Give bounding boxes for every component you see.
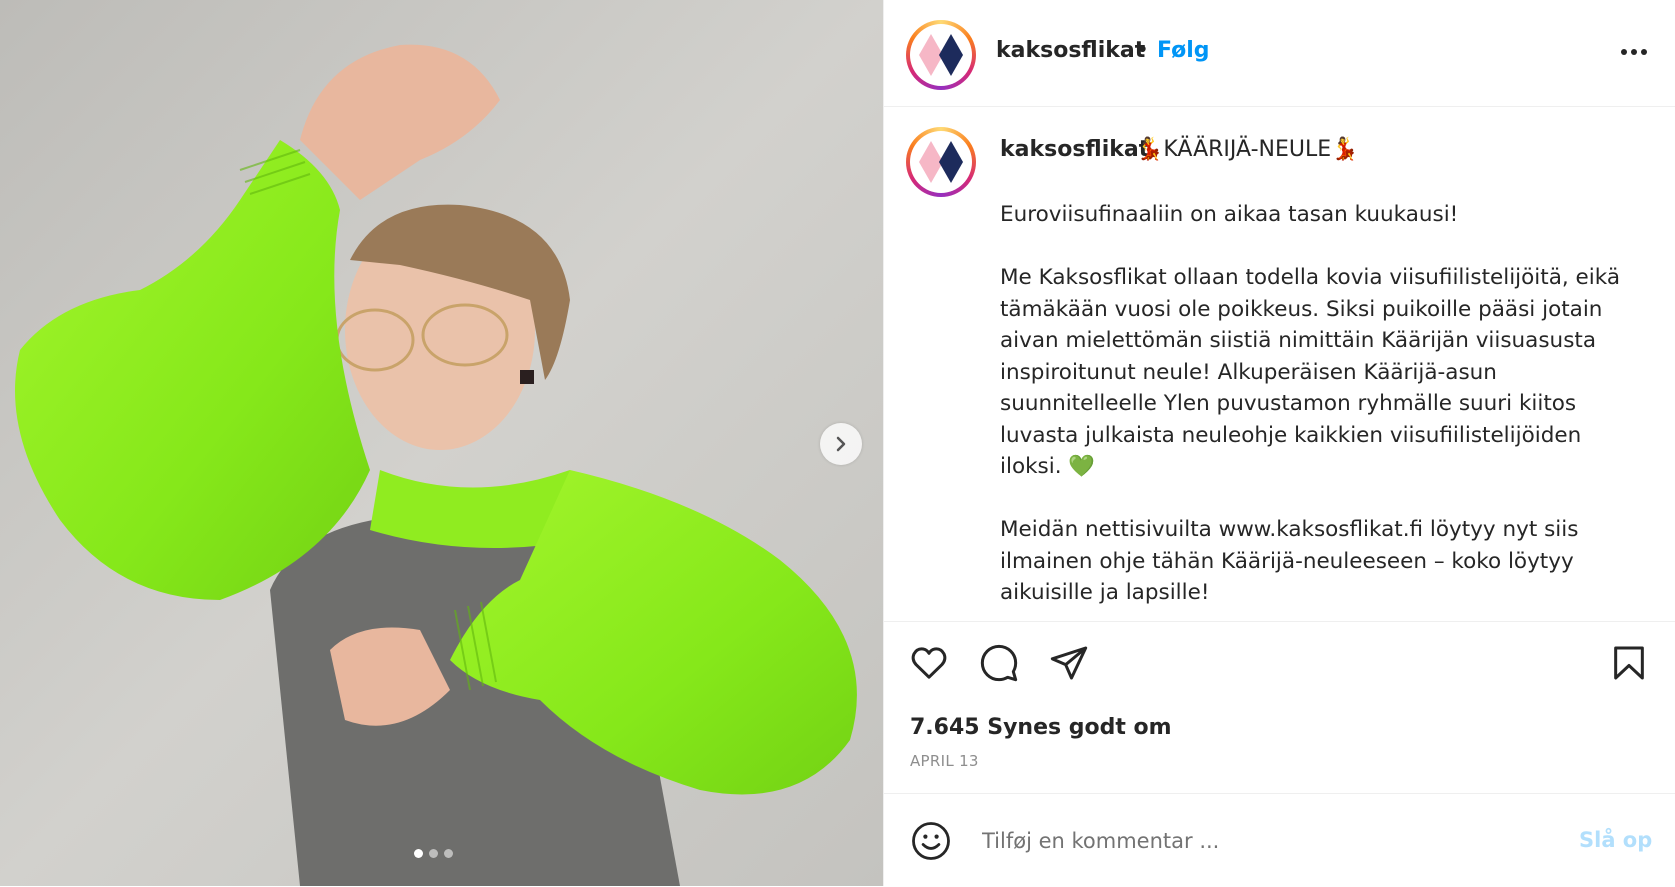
- carousel-next-button[interactable]: [820, 423, 862, 465]
- carousel-dot-1: [414, 849, 423, 858]
- carousel-indicator: [414, 849, 453, 858]
- comment-bar: Slå op: [884, 793, 1675, 887]
- more-options-button[interactable]: [1614, 32, 1654, 72]
- caption-username[interactable]: kaksosflikat: [1000, 137, 1149, 162]
- carousel-dot-3: [444, 849, 453, 858]
- avatar[interactable]: [906, 20, 976, 90]
- paper-plane-icon: [1050, 646, 1088, 680]
- comment-button[interactable]: [976, 640, 1022, 686]
- smiley-icon: [912, 822, 950, 860]
- comment-icon: [980, 644, 1018, 682]
- share-button[interactable]: [1046, 640, 1092, 686]
- post-image[interactable]: [0, 0, 883, 886]
- photo-illustration: [0, 0, 883, 886]
- post-details-panel: kaksosflikat • Følg kaksosflikat 💃KÄÄRIJ…: [883, 0, 1675, 886]
- more-horizontal-icon: [1621, 49, 1647, 55]
- header-username[interactable]: kaksosflikat: [996, 38, 1145, 63]
- caption-avatar[interactable]: [906, 127, 976, 197]
- post-header: kaksosflikat • Følg: [884, 2, 1675, 107]
- save-button[interactable]: [1606, 640, 1652, 686]
- action-bar: [884, 640, 1675, 690]
- brand-logo-icon: [919, 141, 963, 183]
- like-button[interactable]: [906, 640, 952, 686]
- caption-text: Euroviisufinaaliin on aikaa tasan kuukau…: [1000, 202, 1621, 605]
- emoji-button[interactable]: [910, 820, 952, 862]
- caption-section: kaksosflikat 💃KÄÄRIJÄ-NEULE💃 Euroviisufi…: [884, 107, 1675, 622]
- comment-input[interactable]: [980, 822, 1564, 860]
- carousel-dot-2: [429, 849, 438, 858]
- follow-button[interactable]: Følg: [1157, 38, 1210, 63]
- brand-logo-icon: [919, 34, 963, 76]
- header-separator: •: [1136, 38, 1149, 63]
- likes-count[interactable]: 7.645 Synes godt om: [910, 715, 1172, 740]
- chevron-right-icon: [836, 436, 846, 452]
- post-comment-button[interactable]: Slå op: [1579, 828, 1652, 852]
- post-date[interactable]: APRIL 13: [910, 752, 979, 770]
- heart-icon: [911, 647, 947, 679]
- caption-title: 💃KÄÄRIJÄ-NEULE💃: [1136, 137, 1359, 162]
- bookmark-icon: [1614, 646, 1644, 680]
